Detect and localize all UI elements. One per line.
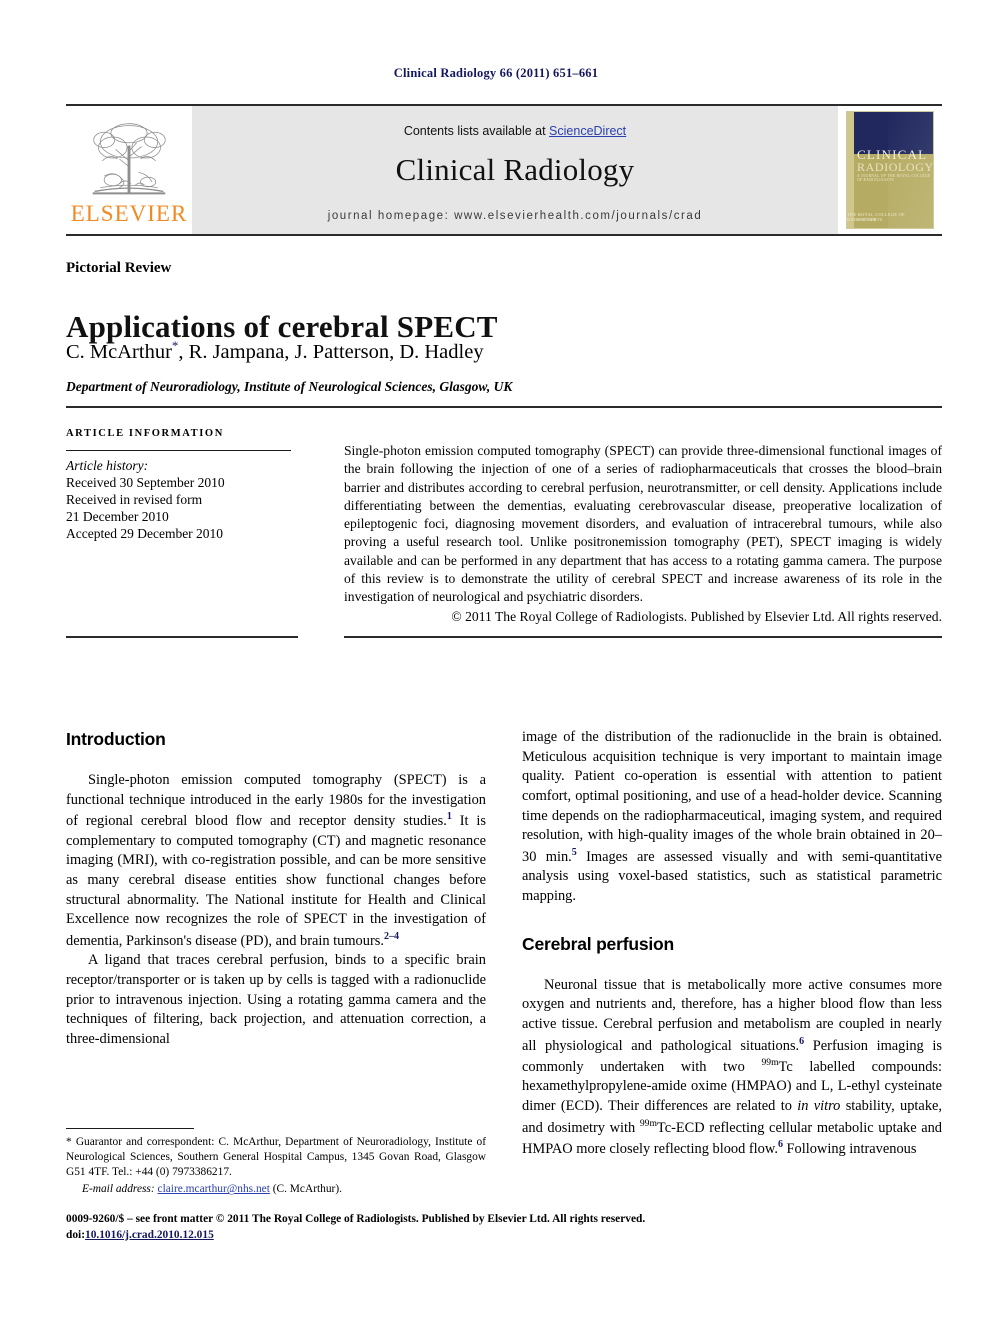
running-head: Clinical Radiology 66 (2011) 651–661 <box>393 66 599 80</box>
doi-link[interactable]: 10.1016/j.crad.2010.12.015 <box>85 1229 214 1241</box>
article-history-line: 21 December 2010 <box>66 509 169 525</box>
paragraph: Neuronal tissue that is metabolically mo… <box>522 976 942 1160</box>
journal-masthead: ELSEVIER Contents lists available at Sci… <box>66 104 942 236</box>
paragraph-text: Single-photon emission computed tomograp… <box>66 771 486 829</box>
footnote-email-line: E-mail address: claire.mcarthur@nhs.net … <box>66 1182 486 1197</box>
body-column-left: Introduction Single-photon emission comp… <box>66 728 486 1050</box>
cover-title-line2: RADIOLOGY <box>857 160 934 175</box>
isotope-superscript: 99m <box>761 1057 779 1068</box>
journal-homepage[interactable]: journal homepage: www.elsevierhealth.com… <box>192 210 838 222</box>
author-affiliation: Department of Neuroradiology, Institute … <box>66 379 513 394</box>
article-history-line: Received 30 September 2010 <box>66 475 225 490</box>
sciencedirect-link[interactable]: ScienceDirect <box>549 124 626 138</box>
masthead-centre: Contents lists available at ScienceDirec… <box>192 106 838 234</box>
elsevier-tree-icon <box>92 123 166 195</box>
paragraph-text: image of the distribution of the radionu… <box>522 729 942 865</box>
citation-ref[interactable]: 2–4 <box>384 931 399 942</box>
author-list: C. McArthur*, R. Jampana, J. Patterson, … <box>66 338 484 364</box>
email-suffix: (C. McArthur). <box>269 1183 342 1196</box>
abstract-copyright: © 2011 The Royal College of Radiologists… <box>451 608 942 624</box>
article-type-label: Pictorial Review <box>66 260 172 276</box>
colophon-doi: doi:10.1016/j.crad.2010.12.015 <box>66 1228 942 1244</box>
paragraph: A ligand that traces cerebral perfusion,… <box>66 952 486 1047</box>
correspondence-footnote: * Guarantor and correspondent: C. McArth… <box>66 1128 486 1198</box>
email-link[interactable]: claire.mcarthur@nhs.net <box>158 1183 270 1195</box>
article-history-label: Article history: <box>66 458 149 473</box>
italic-term: in vitro <box>797 1098 841 1115</box>
colophon: 0009-9260/$ – see front matter © 2011 Th… <box>66 1212 942 1243</box>
contents-prefix: Contents lists available at <box>403 124 550 138</box>
elsevier-wordmark: ELSEVIER <box>70 201 188 226</box>
abstract-divider-right <box>344 636 942 638</box>
journal-title: Clinical Radiology <box>395 152 635 187</box>
article-information-divider <box>66 450 291 451</box>
abstract-divider-left <box>66 636 298 638</box>
colophon-copyright: 0009-9260/$ – see front matter © 2011 Th… <box>66 1213 646 1225</box>
section-heading-introduction: Introduction <box>66 729 166 749</box>
article-information-heading: ARTICLE INFORMATION <box>66 428 224 439</box>
article-history-line: Received in revised form <box>66 492 203 508</box>
abstract-text: Single-photon emission computed tomograp… <box>344 443 942 605</box>
doi-label: doi: <box>66 1228 85 1241</box>
journal-article-page: Clinical Radiology 66 (2011) 651–661 ELS… <box>0 0 992 1323</box>
body-column-right: image of the distribution of the radionu… <box>522 728 942 1160</box>
author-corresponding: C. McArthur <box>66 340 172 363</box>
cover-image: CLINICAL RADIOLOGY A JOURNAL OF THE ROYA… <box>846 111 934 229</box>
contents-available-line: Contents lists available at ScienceDirec… <box>192 124 838 138</box>
isotope-superscript: 99m <box>639 1117 657 1129</box>
cover-title-line3: A JOURNAL OF THE ROYAL COLLEGE OF RADIOL… <box>857 174 931 183</box>
cover-spine-bar <box>847 112 854 228</box>
abstract-block: Single-photon emission computed tomograp… <box>344 442 942 626</box>
email-label: E-mail address: <box>82 1183 155 1196</box>
abstract-band: ARTICLE INFORMATION Article history: Rec… <box>66 428 942 650</box>
paragraph-text: Images are assessed visually and with se… <box>522 848 942 905</box>
cover-title: CLINICAL RADIOLOGY A JOURNAL OF THE ROYA… <box>857 148 933 183</box>
footnote-text: Guarantor and correspondent: C. McArthur… <box>66 1136 486 1179</box>
head-divider <box>66 406 942 408</box>
author-rest: , R. Jampana, J. Patterson, D. Hadley <box>178 340 484 363</box>
elsevier-logo: ELSEVIER <box>66 106 192 234</box>
paragraph-text: It is complementary to computed tomograp… <box>66 812 486 949</box>
footnote-divider <box>66 1128 194 1129</box>
journal-cover-thumbnail: CLINICAL RADIOLOGY A JOURNAL OF THE ROYA… <box>838 106 942 234</box>
cover-footer-right: THE ROYAL COLLEGE OF RADIOLOGISTS <box>847 212 905 222</box>
paragraph: image of the distribution of the radionu… <box>522 728 942 907</box>
paragraph-text: Following intravenous <box>782 1141 917 1158</box>
article-information-block: ARTICLE INFORMATION Article history: Rec… <box>66 428 298 543</box>
article-history-line: Accepted 29 December 2010 <box>66 526 224 542</box>
section-heading-cerebral-perfusion: Cerebral perfusion <box>522 933 674 954</box>
cover-title-line1: CLINICAL <box>857 147 928 162</box>
paragraph: Single-photon emission computed tomograp… <box>66 771 486 952</box>
